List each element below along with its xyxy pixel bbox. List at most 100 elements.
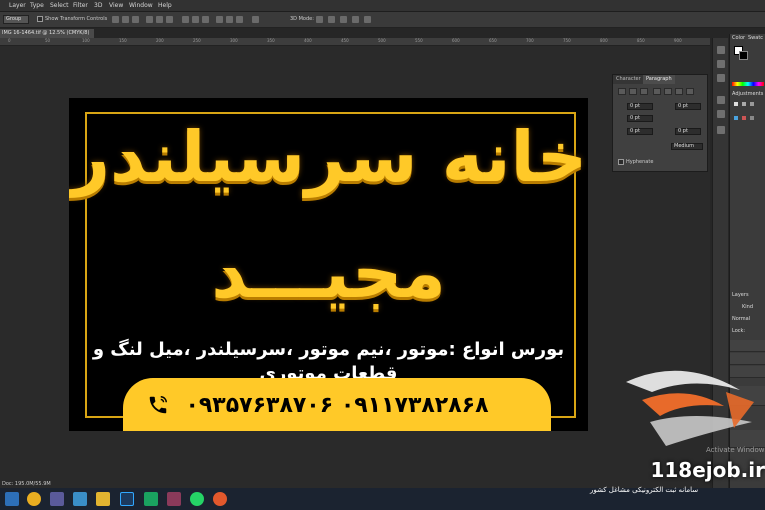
app-icon[interactable] <box>213 492 227 506</box>
character-icon[interactable] <box>717 96 725 104</box>
menu-filter[interactable]: Filter <box>73 2 88 10</box>
align-top-icon[interactable] <box>112 16 119 23</box>
align-left-text-icon[interactable] <box>618 88 626 95</box>
color-tab[interactable]: Color <box>732 35 745 42</box>
brightness-adjust-icon[interactable] <box>734 102 738 106</box>
3d-slide-icon[interactable] <box>352 16 359 23</box>
3d-rotate-icon[interactable] <box>316 16 323 23</box>
distribute-left-icon[interactable] <box>216 16 223 23</box>
app-icon[interactable] <box>73 492 87 506</box>
menu-layer[interactable]: Layer <box>9 2 26 10</box>
ruler-tick: 750 <box>563 38 571 43</box>
layers-tab[interactable]: Layers <box>732 292 749 299</box>
app-icon[interactable] <box>50 492 64 506</box>
ruler-tick: 650 <box>489 38 497 43</box>
ruler-tick: 350 <box>267 38 275 43</box>
chrome-icon[interactable] <box>27 492 41 506</box>
bw-adjust-icon[interactable] <box>750 116 754 120</box>
space-before-field[interactable]: 0 pt <box>627 128 653 135</box>
tab-paragraph[interactable]: Paragraph <box>643 75 675 84</box>
ruler-tick: 450 <box>341 38 349 43</box>
space-after-field[interactable]: 0 pt <box>675 128 701 135</box>
card-title-line2: مجیـــد <box>211 232 446 314</box>
menu-view[interactable]: View <box>109 2 123 10</box>
watermark-subtitle: سامانه ثبت الکترونیکی مشاغل کشور <box>590 486 699 494</box>
align-bottom-icon[interactable] <box>132 16 139 23</box>
start-icon[interactable] <box>5 492 19 506</box>
menu-bar: Layer Type Select Filter 3D View Window … <box>0 0 765 12</box>
photoshop-icon[interactable] <box>120 492 134 506</box>
levels-adjust-icon[interactable] <box>742 102 746 106</box>
3d-roll-icon[interactable] <box>328 16 335 23</box>
curves-adjust-icon[interactable] <box>750 102 754 106</box>
align-center-text-icon[interactable] <box>629 88 637 95</box>
top-ruler: 0 50 100 150 200 250 300 350 400 450 500… <box>0 38 710 46</box>
blend-mode-select[interactable]: Normal <box>732 316 750 323</box>
layer-row[interactable] <box>730 340 765 352</box>
ruler-tick: 400 <box>304 38 312 43</box>
card-title-line1: خانه سرسیلندر <box>69 116 588 198</box>
indent-right-field[interactable]: 0 pt <box>675 103 701 110</box>
justify-all-icon[interactable] <box>686 88 694 95</box>
menu-window[interactable]: Window <box>129 2 153 10</box>
auto-select-dropdown[interactable]: Group <box>3 15 29 24</box>
background-color-swatch[interactable] <box>739 51 748 60</box>
distribute-top-icon[interactable] <box>182 16 189 23</box>
lock-label: Lock: <box>732 328 746 334</box>
business-card-artwork[interactable]: خانه سرسیلندر مجیـــد بورس انواع :موتور … <box>69 98 588 431</box>
paragraph-panel: Character Paragraph 0 pt 0 pt 0 pt 0 pt … <box>612 74 708 172</box>
card-phone-band: ۰۹۳۵۷۶۳۸۷۰۶ ۰۹۱۱۷۳۸۲۸۶۸ <box>123 378 551 431</box>
justify-right-icon[interactable] <box>675 88 683 95</box>
3d-pan-icon[interactable] <box>340 16 347 23</box>
menu-help[interactable]: Help <box>158 2 172 10</box>
3d-scale-icon[interactable] <box>364 16 371 23</box>
info-icon[interactable] <box>717 126 725 134</box>
app-icon[interactable] <box>167 492 181 506</box>
tab-character[interactable]: Character <box>613 75 644 84</box>
ruler-tick: 700 <box>526 38 534 43</box>
ruler-tick: 600 <box>452 38 460 43</box>
brush-icon[interactable] <box>717 74 725 82</box>
hyphenate-checkbox[interactable] <box>618 159 624 165</box>
paragraph-icon[interactable] <box>717 110 725 118</box>
folder-icon[interactable] <box>96 492 110 506</box>
whatsapp-icon[interactable] <box>190 492 204 506</box>
align-hcenter-icon[interactable] <box>156 16 163 23</box>
distribute-vcenter-icon[interactable] <box>192 16 199 23</box>
watermark-site: 118ejob.ir <box>650 458 765 482</box>
layer-kind-filter[interactable]: Kind <box>742 304 753 311</box>
justify-left-icon[interactable] <box>653 88 661 95</box>
distribute-hcenter-icon[interactable] <box>226 16 233 23</box>
properties-icon[interactable] <box>717 60 725 68</box>
color-spectrum-bar[interactable] <box>732 82 764 86</box>
indent-first-field[interactable]: 0 pt <box>627 115 653 122</box>
indent-left-field[interactable]: 0 pt <box>627 103 653 110</box>
ruler-tick: 850 <box>637 38 645 43</box>
distribute-bottom-icon[interactable] <box>202 16 209 23</box>
show-transform-checkbox[interactable] <box>37 16 43 22</box>
menu-3d[interactable]: 3D <box>94 2 102 10</box>
hue-adjust-icon[interactable] <box>734 116 738 120</box>
document-tab[interactable]: IMG 16-1464.tif @ 12.5% (CMYK/8) × <box>0 29 94 45</box>
swatches-tab[interactable]: Swatc <box>748 35 763 42</box>
align-left-icon[interactable] <box>146 16 153 23</box>
menu-select[interactable]: Select <box>50 2 69 10</box>
ruler-tick: 800 <box>600 38 608 43</box>
colorbalance-adjust-icon[interactable] <box>742 116 746 120</box>
kashida-select[interactable]: Medium <box>671 143 703 150</box>
card-phone-numbers: ۰۹۳۵۷۶۳۸۷۰۶ ۰۹۱۱۷۳۸۲۸۶۸ <box>185 393 489 418</box>
auto-align-icon[interactable] <box>252 16 259 23</box>
3d-mode-label: 3D Mode: <box>290 16 314 22</box>
menu-type[interactable]: Type <box>30 2 44 10</box>
options-bar: Group Show Transform Controls 3D Mode: <box>0 12 765 28</box>
site-logo-watermark <box>626 370 754 446</box>
ruler-tick: 150 <box>119 38 127 43</box>
app-icon[interactable] <box>144 492 158 506</box>
align-right-text-icon[interactable] <box>640 88 648 95</box>
justify-center-icon[interactable] <box>664 88 672 95</box>
history-icon[interactable] <box>717 46 725 54</box>
align-right-icon[interactable] <box>166 16 173 23</box>
distribute-right-icon[interactable] <box>236 16 243 23</box>
ruler-tick: 500 <box>378 38 386 43</box>
align-vcenter-icon[interactable] <box>122 16 129 23</box>
